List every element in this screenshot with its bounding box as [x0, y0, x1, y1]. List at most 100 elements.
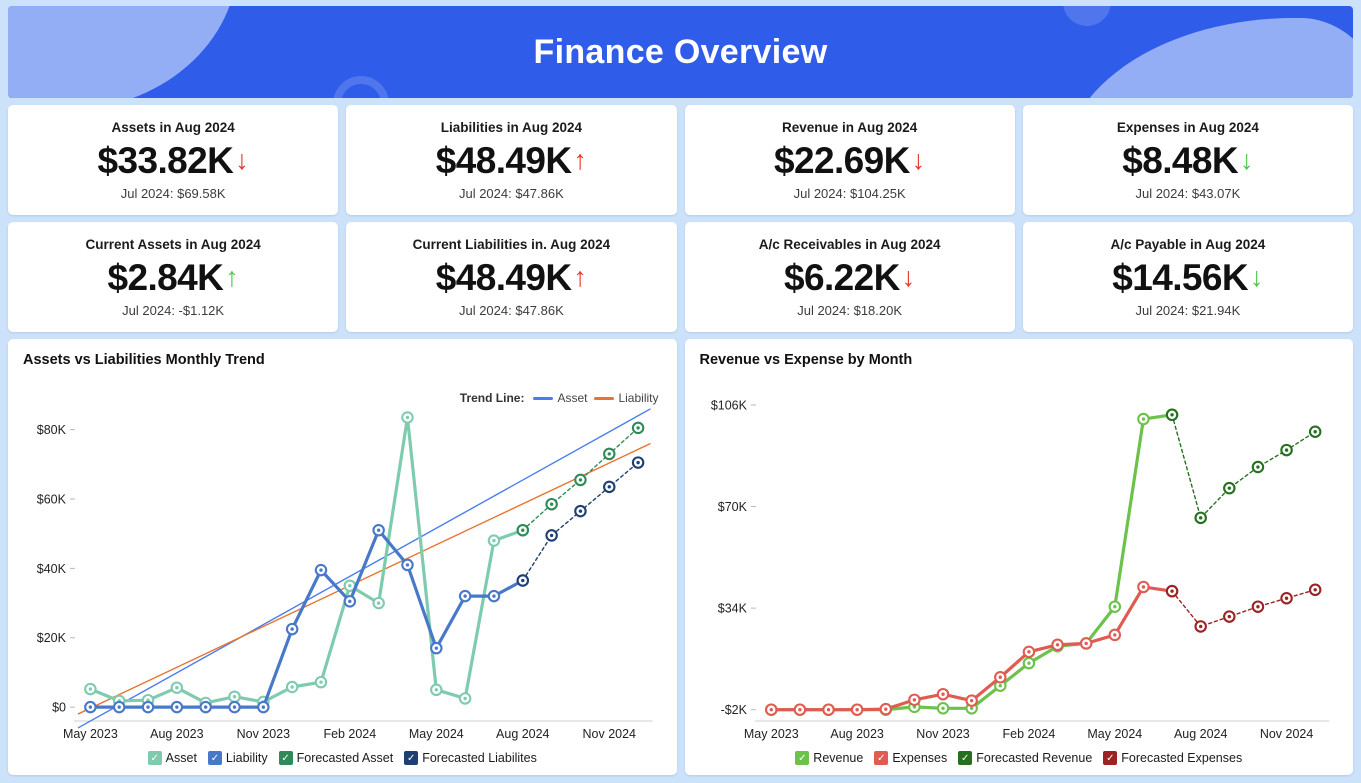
- data-point-marker[interactable]: [631, 421, 645, 435]
- legend-checkbox-icon[interactable]: ✓: [795, 751, 810, 765]
- y-axis-tick-label: $106K: [710, 398, 747, 412]
- legend-checkbox-icon[interactable]: ✓: [404, 751, 419, 765]
- kpi-card[interactable]: Liabilities in Aug 2024 $48.49K ↑ Jul 2024:…: [346, 105, 677, 215]
- data-point-marker[interactable]: [879, 702, 892, 716]
- legend-checkbox-icon[interactable]: ✓: [147, 751, 162, 765]
- data-point-marker[interactable]: [1279, 443, 1293, 457]
- data-point-marker[interactable]: [84, 682, 97, 696]
- data-point-marker[interactable]: [936, 702, 949, 715]
- kpi-card[interactable]: A/c Receivables in Aug 2024 $6.22K ↓ Jul 20…: [684, 222, 1015, 332]
- data-point-marker[interactable]: [199, 700, 212, 714]
- trend-up-arrow-icon: ↑: [573, 144, 587, 175]
- kpi-card[interactable]: Expenses in Aug 2024 $8.48K ↓ Jul 2024: $43…: [1022, 105, 1353, 215]
- legend-item[interactable]: ✓ Forecasted Expenses: [1103, 751, 1242, 765]
- legend-item[interactable]: ✓ Forecasted Liabilites: [404, 751, 537, 765]
- data-point-marker[interactable]: [285, 680, 299, 694]
- legend-checkbox-icon[interactable]: ✓: [207, 751, 222, 765]
- data-point-marker[interactable]: [1022, 645, 1035, 659]
- assets-vs-liabilities-chart-card: Assets vs Liabilities Monthly Trend Tren…: [8, 339, 677, 775]
- data-point-marker[interactable]: [1079, 637, 1092, 650]
- data-point-marker[interactable]: [850, 703, 863, 716]
- data-point-marker[interactable]: [314, 675, 328, 689]
- data-point-marker[interactable]: [430, 641, 443, 655]
- header-ring-decoration: [333, 76, 389, 98]
- data-point-marker[interactable]: [1165, 584, 1178, 598]
- legend-item[interactable]: ✓ Revenue: [795, 751, 863, 765]
- data-point-marker[interactable]: [170, 700, 184, 714]
- data-point-marker[interactable]: [228, 700, 241, 714]
- data-point-marker[interactable]: [314, 563, 328, 577]
- data-point-marker[interactable]: [1279, 591, 1293, 605]
- data-point-marker[interactable]: [574, 473, 587, 487]
- data-point-marker[interactable]: [285, 622, 299, 636]
- kpi-row-bottom: Current Assets in Aug 2024 $2.84K ↑ Jul 202…: [8, 222, 1353, 332]
- data-point-marker[interactable]: [764, 703, 778, 716]
- data-point-marker[interactable]: [1108, 628, 1121, 642]
- data-point-marker[interactable]: [430, 683, 443, 697]
- data-point-marker[interactable]: [603, 480, 616, 494]
- kpi-card[interactable]: A/c Payable in Aug 2024 $14.56K ↓ Jul 2024:…: [1022, 222, 1353, 332]
- y-axis-tick-label: $70K: [717, 500, 747, 514]
- legend-checkbox-icon[interactable]: ✓: [278, 751, 293, 765]
- data-point-marker[interactable]: [631, 456, 645, 469]
- data-point-marker[interactable]: [1165, 408, 1178, 422]
- legend-item[interactable]: ✓ Asset: [147, 751, 197, 765]
- data-point-marker[interactable]: [458, 589, 472, 603]
- kpi-value: $2.84K: [107, 256, 224, 298]
- data-point-marker[interactable]: [1251, 460, 1264, 474]
- kpi-card[interactable]: Assets in Aug 2024 $33.82K ↓ Jul 2024: $69.…: [8, 105, 339, 215]
- data-point-marker[interactable]: [545, 497, 558, 511]
- data-point-marker[interactable]: [84, 700, 97, 714]
- data-point-marker[interactable]: [141, 700, 155, 714]
- data-point-marker[interactable]: [993, 671, 1007, 684]
- legend-item[interactable]: ✓ Expenses: [874, 751, 947, 765]
- data-point-marker[interactable]: [821, 703, 835, 716]
- legend-checkbox-icon[interactable]: ✓: [874, 751, 889, 765]
- data-point-marker[interactable]: [487, 534, 501, 547]
- kpi-card[interactable]: Current Assets in Aug 2024 $2.84K ↑ Jul 202…: [8, 222, 339, 332]
- data-point-marker[interactable]: [1222, 481, 1236, 495]
- data-point-marker[interactable]: [793, 703, 806, 716]
- data-point-marker[interactable]: [1251, 600, 1264, 613]
- data-point-marker[interactable]: [401, 411, 414, 424]
- data-point-marker[interactable]: [516, 523, 530, 537]
- data-point-marker[interactable]: [1193, 511, 1207, 525]
- kpi-card[interactable]: Current Liabilities in. Aug 2024 $48.49K ↑…: [346, 222, 677, 332]
- data-point-marker[interactable]: [1022, 656, 1035, 670]
- data-point-marker[interactable]: [1136, 412, 1150, 426]
- data-point-marker[interactable]: [401, 558, 414, 572]
- data-point-marker[interactable]: [257, 700, 270, 714]
- data-point-marker[interactable]: [1222, 610, 1236, 623]
- data-point-marker[interactable]: [1193, 620, 1207, 633]
- data-point-marker[interactable]: [228, 690, 241, 703]
- data-point-marker[interactable]: [112, 700, 126, 714]
- data-point-marker[interactable]: [1136, 580, 1150, 594]
- data-point-marker[interactable]: [907, 693, 921, 707]
- data-point-marker[interactable]: [372, 523, 385, 537]
- data-point-marker[interactable]: [1308, 425, 1321, 438]
- data-point-marker[interactable]: [458, 692, 472, 705]
- data-point-marker[interactable]: [487, 589, 501, 603]
- legend-item[interactable]: ✓ Forecasted Asset: [278, 751, 393, 765]
- legend-item[interactable]: ✓ Forecasted Revenue: [958, 751, 1092, 765]
- data-line: [769, 413, 1174, 712]
- trend-legend-item-asset[interactable]: Asset: [533, 391, 587, 405]
- legend-item[interactable]: ✓ Liability: [207, 751, 268, 765]
- kpi-card[interactable]: Revenue in Aug 2024 $22.69K ↓ Jul 2024: $10…: [684, 105, 1015, 215]
- trend-down-arrow-icon: ↓: [235, 144, 249, 175]
- data-point-marker[interactable]: [603, 447, 616, 461]
- data-point-marker[interactable]: [170, 681, 184, 694]
- data-point-marker[interactable]: [545, 529, 558, 542]
- data-point-marker[interactable]: [964, 694, 978, 707]
- data-point-marker[interactable]: [1308, 583, 1321, 597]
- data-point-marker[interactable]: [372, 596, 385, 610]
- legend-checkbox-icon[interactable]: ✓: [1103, 751, 1118, 765]
- trend-legend-item-liability[interactable]: Liability: [594, 391, 659, 405]
- data-point-marker[interactable]: [343, 595, 357, 608]
- data-point-marker[interactable]: [936, 687, 949, 701]
- data-point-marker[interactable]: [1050, 638, 1064, 652]
- data-point-marker[interactable]: [1108, 600, 1121, 613]
- data-point-marker[interactable]: [516, 574, 530, 587]
- legend-checkbox-icon[interactable]: ✓: [958, 751, 973, 765]
- data-point-marker[interactable]: [574, 504, 587, 518]
